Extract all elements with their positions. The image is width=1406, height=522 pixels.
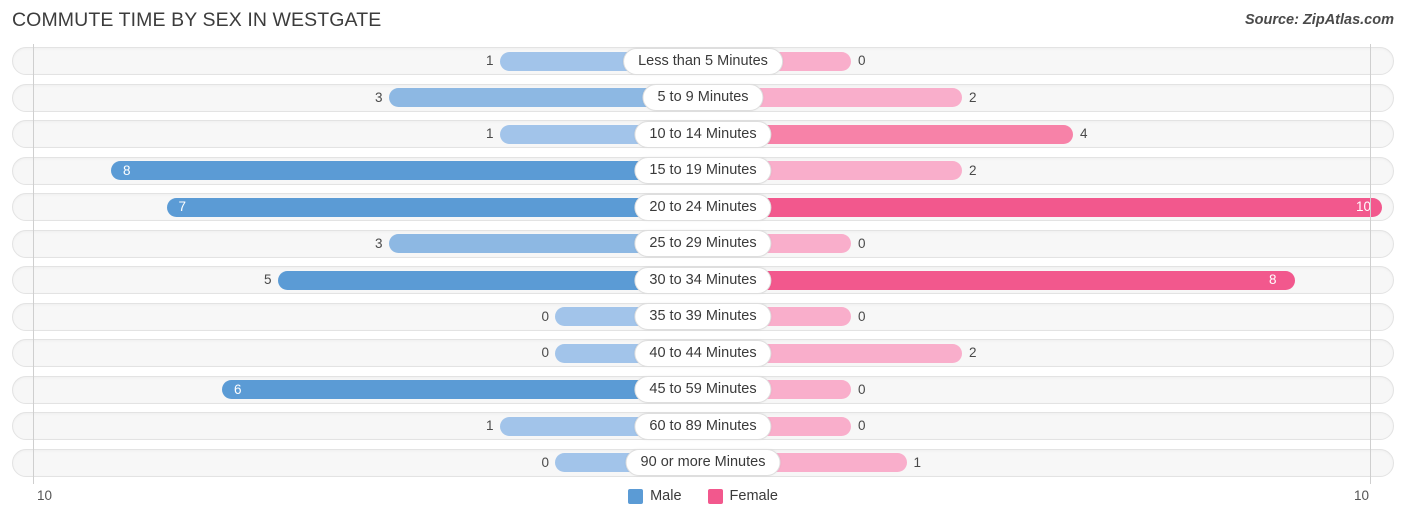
category-label: 5 to 9 Minutes [642,84,764,111]
legend-swatch-icon [628,488,644,504]
bar-value-male: 0 [541,345,549,360]
bar-value-male: 0 [541,454,549,470]
bar-value-male: 1 [485,126,494,141]
category-label: 20 to 24 Minutes [634,193,772,221]
bar-row: 0 0 35 to 39 Minutes [0,300,1406,337]
category-label: 45 to 59 Minutes [634,376,772,403]
category-label: 40 to 44 Minutes [634,339,772,367]
bar-value-male: 6 [234,381,242,397]
chart-root: COMMUTE TIME BY SEX IN WESTGATE Source: … [0,0,1406,522]
legend: Male Female [0,488,1406,504]
bar-value-female: 2 [969,89,977,105]
bar-value-male: 1 [485,53,494,68]
bar-row: 3 0 25 to 29 Minutes [0,227,1406,264]
bar-value-male: 3 [374,235,383,251]
bar-female[interactable] [703,197,1382,217]
legend-item-female[interactable]: Female [707,488,778,504]
bar-row: 3 2 5 to 9 Minutes [0,81,1406,118]
category-label: 60 to 89 Minutes [634,412,772,440]
bar-female[interactable] [703,270,1295,290]
bar-male[interactable] [166,197,703,217]
bar-value-female: 0 [858,308,866,324]
bar-row: 6 0 45 to 59 Minutes [0,373,1406,410]
bar-row: 1 0 60 to 89 Minutes [0,409,1406,446]
bar-male[interactable] [111,161,703,180]
bar-value-female: 1 [913,454,922,470]
bar-value-male: 3 [374,89,383,105]
bar-row: 8 2 15 to 19 Minutes [0,154,1406,191]
legend-label: Female [729,488,778,504]
bar-value-female: 4 [1080,126,1088,141]
bar-value-female: 2 [969,162,977,178]
bar-value-female: 0 [858,235,866,251]
bar-value-male: 8 [123,162,131,178]
bar-value-male: 7 [178,199,187,214]
category-label: 25 to 29 Minutes [634,230,772,257]
bar-male[interactable] [222,380,703,399]
bar-rows: 1 0 Less than 5 Minutes 3 2 5 to 9 Minutes 1 4 1… [0,44,1406,482]
bar-value-male: 0 [541,308,549,324]
bar-row: 1 4 10 to 14 Minutes [0,117,1406,154]
bar-row: 7 10 20 to 24 Minutes [0,190,1406,227]
chart-footer: 10 10 Male Female [0,484,1406,522]
bar-row: 1 0 Less than 5 Minutes [0,44,1406,81]
bar-value-female: 0 [858,53,866,68]
axis-line-right [1370,44,1371,484]
legend-label: Male [650,488,682,504]
category-label: 10 to 14 Minutes [634,120,772,148]
plot-area: 1 0 Less than 5 Minutes 3 2 5 to 9 Minutes 1 4 1… [0,44,1406,484]
category-label: 30 to 34 Minutes [634,266,772,294]
category-label: 35 to 39 Minutes [634,303,772,330]
bar-row: 0 1 90 or more Minutes [0,446,1406,483]
axis-line-left [33,44,34,484]
bar-value-female: 2 [969,345,977,360]
bar-row: 5 8 30 to 34 Minutes [0,263,1406,300]
legend-item-male[interactable]: Male [628,488,682,504]
bar-value-female: 8 [1269,272,1277,287]
bar-row: 0 2 40 to 44 Minutes [0,336,1406,373]
bar-value-male: 1 [485,418,494,433]
source-attribution: Source: ZipAtlas.com [1244,12,1394,28]
bar-value-female: 10 [1356,199,1372,214]
page-title: COMMUTE TIME BY SEX IN WESTGATE [12,9,382,31]
bar-value-male: 5 [263,272,272,287]
category-label: 15 to 19 Minutes [634,157,772,184]
category-label: Less than 5 Minutes [623,47,783,75]
chart-header: COMMUTE TIME BY SEX IN WESTGATE Source: … [0,0,1406,44]
bar-value-female: 0 [858,381,866,397]
legend-swatch-icon [707,488,723,504]
bar-value-female: 0 [858,418,866,433]
category-label: 90 or more Minutes [625,449,781,476]
